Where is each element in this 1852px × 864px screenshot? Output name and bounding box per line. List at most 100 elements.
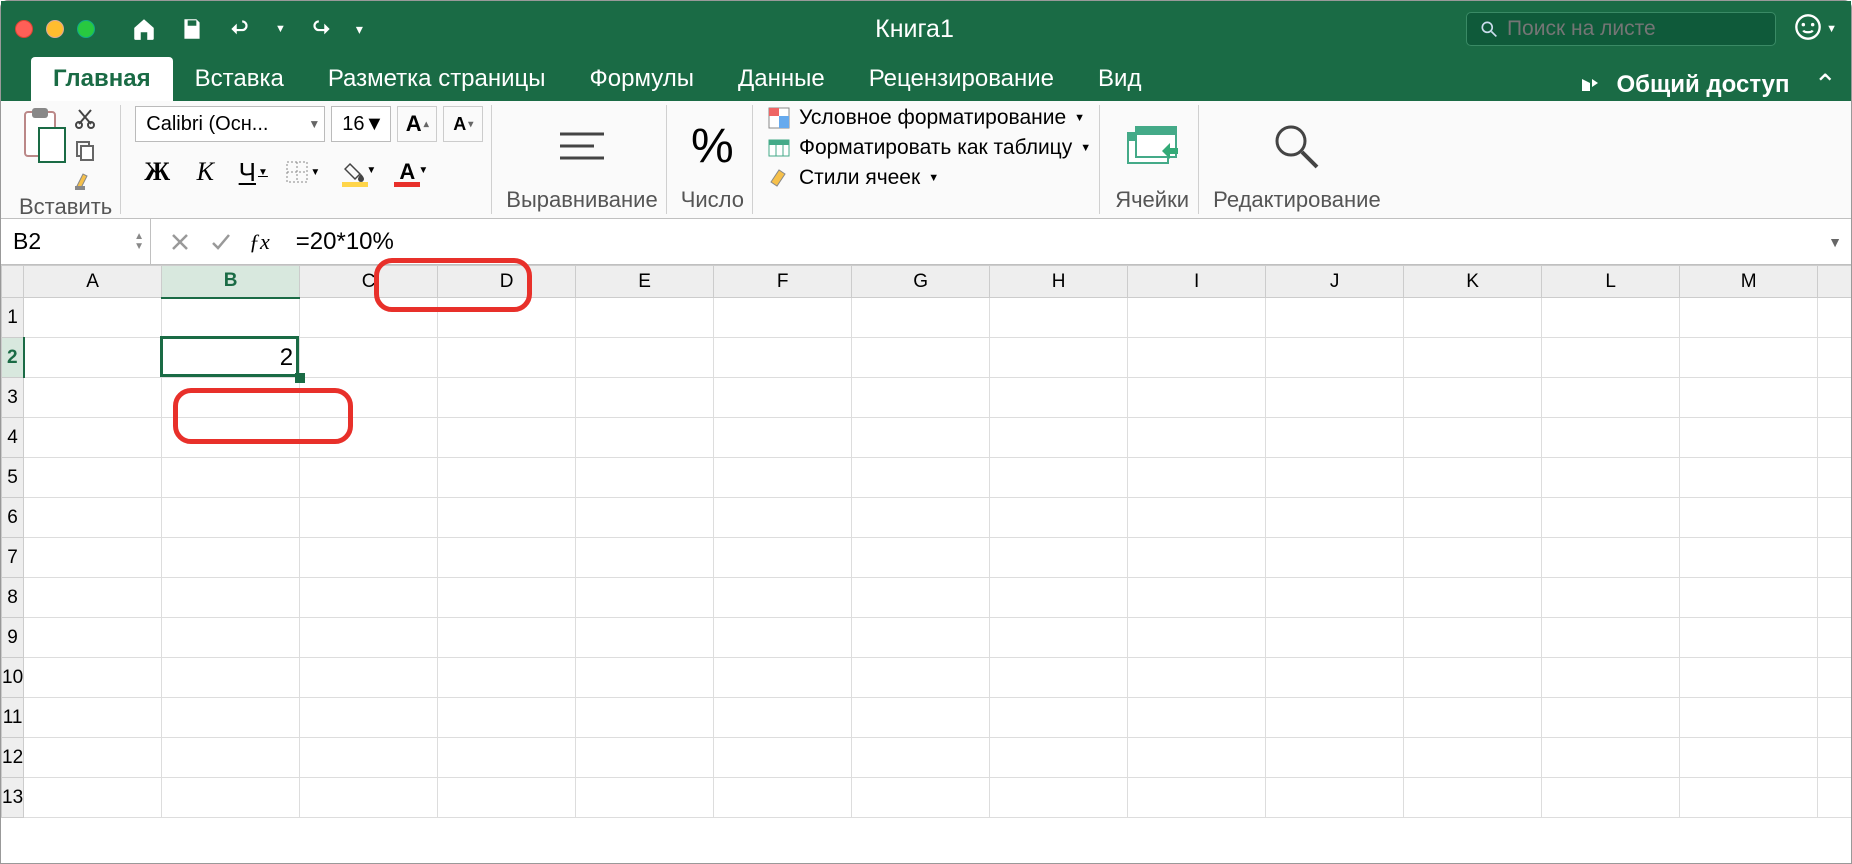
cell[interactable]	[576, 578, 714, 618]
minimize-window-button[interactable]	[46, 20, 64, 38]
cell-styles-button[interactable]: Стили ячеек ▼	[767, 166, 1091, 190]
cell[interactable]	[576, 658, 714, 698]
column-header[interactable]: E	[576, 266, 714, 298]
cell[interactable]	[162, 698, 300, 738]
cell[interactable]	[438, 778, 576, 818]
cell[interactable]	[24, 778, 162, 818]
column-header[interactable]: J	[1266, 266, 1404, 298]
cell[interactable]	[990, 778, 1128, 818]
tab-review[interactable]: Рецензирование	[847, 57, 1076, 101]
cell[interactable]	[1128, 738, 1266, 778]
format-painter-button[interactable]	[73, 170, 97, 194]
cell[interactable]	[1128, 698, 1266, 738]
cell[interactable]	[300, 378, 438, 418]
cell[interactable]	[438, 618, 576, 658]
cells-button[interactable]	[1124, 125, 1180, 169]
cell[interactable]	[162, 778, 300, 818]
cell[interactable]	[990, 298, 1128, 338]
cell[interactable]	[714, 338, 852, 378]
cell[interactable]	[852, 578, 990, 618]
cell[interactable]	[1542, 498, 1680, 538]
cell[interactable]	[438, 658, 576, 698]
cell[interactable]	[1542, 378, 1680, 418]
cell[interactable]	[300, 498, 438, 538]
cell[interactable]	[1542, 298, 1680, 338]
cell[interactable]	[1818, 698, 1851, 738]
collapse-ribbon-icon[interactable]: ⌃	[1814, 68, 1837, 101]
cell[interactable]	[1818, 378, 1851, 418]
cell[interactable]	[714, 498, 852, 538]
tab-insert[interactable]: Вставка	[173, 57, 306, 101]
cell[interactable]	[576, 538, 714, 578]
cell[interactable]	[1818, 338, 1851, 378]
cell[interactable]	[1542, 338, 1680, 378]
cell[interactable]	[162, 498, 300, 538]
cell[interactable]	[990, 618, 1128, 658]
row-header[interactable]: 8	[2, 578, 24, 618]
cell[interactable]	[1266, 578, 1404, 618]
cell[interactable]	[1680, 378, 1818, 418]
cell[interactable]	[1404, 698, 1542, 738]
cell[interactable]	[438, 298, 576, 338]
cell[interactable]	[24, 738, 162, 778]
underline-button[interactable]: Ч▼	[231, 150, 275, 194]
column-header[interactable]: D	[438, 266, 576, 298]
cell[interactable]	[990, 378, 1128, 418]
cell[interactable]	[300, 658, 438, 698]
undo-icon[interactable]	[227, 16, 253, 42]
column-header[interactable]: M	[1680, 266, 1818, 298]
cell[interactable]	[852, 338, 990, 378]
cell[interactable]	[576, 698, 714, 738]
cell[interactable]	[438, 578, 576, 618]
cell[interactable]	[1680, 618, 1818, 658]
column-header[interactable]: G	[852, 266, 990, 298]
enter-icon[interactable]	[209, 231, 231, 253]
cell[interactable]	[1128, 418, 1266, 458]
cell[interactable]	[438, 498, 576, 538]
cell[interactable]	[1266, 298, 1404, 338]
expand-formula-bar-icon[interactable]: ▼	[1819, 234, 1851, 250]
cell[interactable]	[852, 498, 990, 538]
cell[interactable]	[1818, 418, 1851, 458]
cell[interactable]	[438, 378, 576, 418]
cell[interactable]	[162, 538, 300, 578]
cancel-icon[interactable]	[169, 231, 191, 253]
cell[interactable]	[162, 418, 300, 458]
cell[interactable]	[990, 458, 1128, 498]
fill-handle[interactable]	[295, 373, 305, 383]
cell[interactable]	[852, 458, 990, 498]
cell[interactable]	[714, 538, 852, 578]
row-header[interactable]: 2	[2, 338, 24, 378]
cell[interactable]	[1680, 778, 1818, 818]
cell[interactable]	[990, 698, 1128, 738]
search-input[interactable]	[1507, 17, 1763, 41]
column-header[interactable]: K	[1404, 266, 1542, 298]
share-button[interactable]: Общий доступ	[1616, 71, 1789, 99]
cut-button[interactable]	[73, 106, 97, 130]
cell[interactable]	[1128, 658, 1266, 698]
cell[interactable]	[24, 658, 162, 698]
cell[interactable]	[1128, 378, 1266, 418]
cell[interactable]	[714, 738, 852, 778]
cell[interactable]	[1404, 378, 1542, 418]
row-header[interactable]: 7	[2, 538, 24, 578]
sheet-search[interactable]	[1466, 12, 1776, 46]
column-header[interactable]: I	[1128, 266, 1266, 298]
cell[interactable]	[1680, 498, 1818, 538]
cell[interactable]	[1680, 298, 1818, 338]
cell[interactable]	[1404, 578, 1542, 618]
cell[interactable]	[990, 418, 1128, 458]
cell[interactable]	[1818, 498, 1851, 538]
cell[interactable]	[1404, 658, 1542, 698]
redo-icon[interactable]	[308, 16, 334, 42]
cell[interactable]	[714, 778, 852, 818]
cell[interactable]	[1404, 338, 1542, 378]
conditional-formatting-button[interactable]: Условное форматирование ▼	[767, 106, 1091, 130]
cell[interactable]	[1542, 778, 1680, 818]
cell[interactable]	[576, 378, 714, 418]
cell[interactable]	[990, 338, 1128, 378]
cell[interactable]	[1404, 498, 1542, 538]
cell[interactable]	[1542, 658, 1680, 698]
cell[interactable]	[1404, 538, 1542, 578]
cell[interactable]	[438, 418, 576, 458]
